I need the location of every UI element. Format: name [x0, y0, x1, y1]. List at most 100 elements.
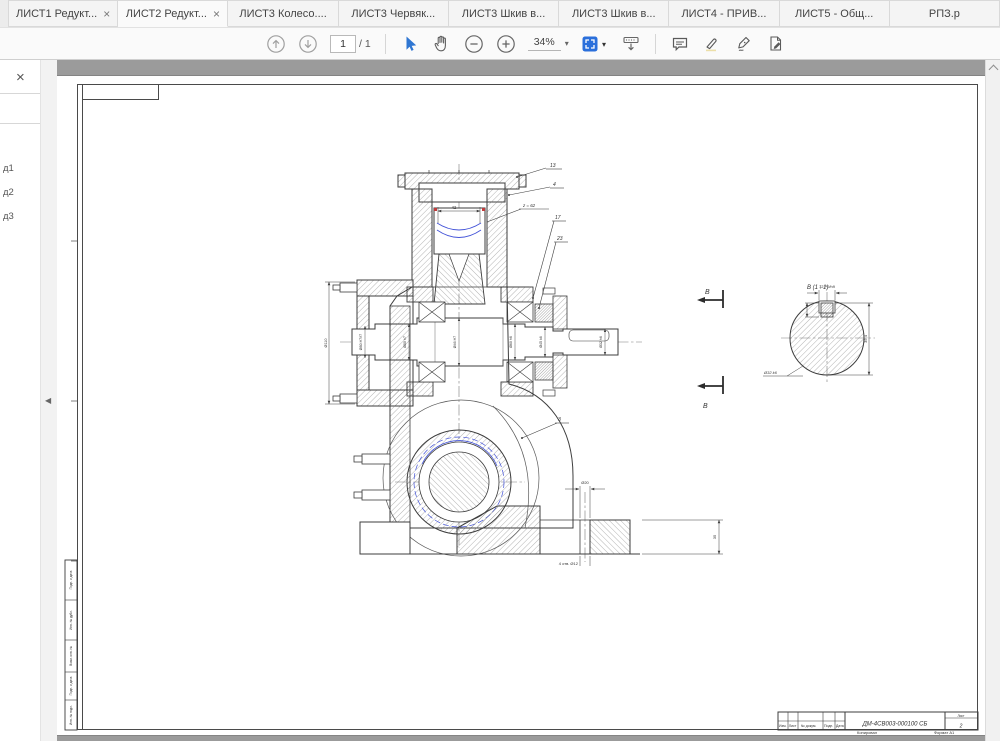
pdf-page: 42: [57, 76, 985, 735]
callout-13: 13: [550, 163, 556, 169]
page-count-label: / 1: [359, 38, 371, 50]
worm-wheel: [434, 208, 485, 304]
foot-dimensions: Ø20 4 отв. Ø12 35: [559, 480, 723, 566]
dim-label: Ø32 h6: [599, 336, 603, 348]
tab-list5-obsch[interactable]: ЛИСТ5 - Общ...: [780, 0, 890, 27]
tab-list3-shkiv-1[interactable]: ЛИСТ3 Шкив в...: [449, 0, 559, 27]
detail-key-dim: 12 P9/h9: [819, 284, 836, 289]
hand-tool-button[interactable]: [431, 33, 453, 55]
panel-item-1[interactable]: д1: [3, 163, 14, 174]
fit-page-icon: ▾: [580, 34, 610, 54]
layers-side-panel: × д1 д2 д3: [0, 60, 40, 741]
tab-list3-chervyak[interactable]: ЛИСТ3 Червяк...: [339, 0, 449, 27]
tb-doc-number: ДМ-4СВ003-000100 СБ: [862, 722, 928, 728]
title-block: Изм. Лист № докум. Подп. Дата ДМ-4СВ003-…: [778, 712, 978, 735]
tab-label: ЛИСТ2 Редукт...: [126, 8, 207, 20]
dim-label: Ø80 h7: [403, 336, 407, 348]
arrow-down-circle-icon: [298, 34, 318, 54]
tb-col-data: Дата: [836, 724, 844, 728]
callout-23: 23: [556, 236, 563, 242]
tab-list2-active[interactable]: ЛИСТ2 Редукт... ×: [118, 0, 228, 27]
zoom-level-dropdown[interactable]: 34% ▾: [528, 36, 569, 51]
next-page-button[interactable]: [297, 33, 319, 55]
document-tabbar: ЛИСТ1 Редукт... × ЛИСТ2 Редукт... × ЛИСТ…: [0, 0, 1000, 27]
section-letter-top: В: [705, 289, 710, 296]
tab-list4-privod[interactable]: ЛИСТ4 - ПРИВ...: [669, 0, 779, 27]
cursor-arrow-icon: [400, 34, 420, 54]
hand-icon: [432, 34, 452, 54]
tab-label: ЛИСТ1 Редукт...: [16, 8, 97, 20]
tab-label: ЛИСТ4 - ПРИВ...: [681, 8, 766, 20]
stamp-cell-1: Подп. и дата: [69, 570, 73, 589]
document-viewport: 42: [57, 60, 1000, 741]
panel-item-3[interactable]: д3: [3, 211, 14, 222]
toolbar-divider: [385, 34, 386, 54]
panel-divider: [0, 123, 40, 124]
callout-17: 17: [555, 215, 561, 221]
dim-foot-height: 35: [712, 534, 717, 539]
tab-label: ЛИСТ3 Колесо....: [239, 8, 326, 20]
tb-sheet-label: Лист: [958, 714, 965, 718]
tab-label: ЛИСТ5 - Общ...: [795, 8, 873, 20]
tab-close-icon[interactable]: ×: [213, 9, 220, 19]
dim-label: Ø46 H7: [453, 336, 457, 348]
tab-list3-shkiv-2[interactable]: ЛИСТ3 Шкив в...: [559, 0, 669, 27]
detail-view: В (1 : 1): [763, 284, 873, 376]
callout-3: 3: [558, 417, 561, 423]
tb-col-docnum: № докум.: [801, 724, 816, 728]
dim-label: Ø110: [324, 338, 328, 347]
vertical-scrollbar[interactable]: [985, 60, 1000, 741]
fit-page-button[interactable]: ▾: [580, 33, 610, 55]
tb-col-list: Лист: [789, 724, 797, 728]
zoom-in-button[interactable]: [495, 33, 517, 55]
plus-circle-icon: [496, 34, 516, 54]
toolbar-collapse-icon: [621, 34, 641, 54]
tab-label: ЛИСТ3 Шкив в...: [462, 8, 546, 20]
tab-close-icon[interactable]: ×: [103, 9, 110, 19]
panel-item-2[interactable]: д2: [3, 187, 14, 198]
tab-list3-koleso[interactable]: ЛИСТ3 Колесо....: [228, 0, 338, 27]
toolbar-mode-button[interactable]: [620, 33, 642, 55]
document-pencil-icon: [766, 34, 786, 54]
callout-4: 4: [553, 182, 556, 188]
dim-label: Ø60 h6: [509, 336, 513, 348]
close-panel-icon[interactable]: ×: [16, 69, 25, 86]
select-tool-button[interactable]: [399, 33, 421, 55]
arrow-up-circle-icon: [266, 34, 286, 54]
highlighter-icon: [702, 34, 722, 54]
send-for-signature-button[interactable]: [765, 33, 787, 55]
left-dimension: Ø110: [324, 282, 355, 404]
tb-col-izm: Изм.: [779, 724, 787, 728]
comment-tool-button[interactable]: [669, 33, 691, 55]
chevron-down-icon: ▾: [602, 40, 606, 49]
previous-page-button[interactable]: [265, 33, 287, 55]
main-area: × д1 д2 д3 ◀: [0, 60, 1000, 741]
section-marks: В В: [697, 289, 723, 410]
tb-format: Формат А1: [934, 730, 955, 735]
toolbar-divider: [655, 34, 656, 54]
zoom-out-button[interactable]: [463, 33, 485, 55]
panel-collapse-gutter[interactable]: ◀: [40, 60, 57, 741]
main-toolbar: / 1 34% ▾: [0, 27, 1000, 60]
teeth-note: z = 62: [522, 203, 536, 208]
tab-rpz[interactable]: РПЗ.р: [890, 0, 1000, 27]
dim-label: Ø45 k6: [539, 336, 543, 348]
detail-shaft-dim: Ø32 k6: [763, 370, 778, 375]
stamp-cell-4: Подп. и дата: [69, 676, 73, 695]
zoom-level-value: 34%: [528, 36, 561, 51]
dim-42: 42: [452, 205, 457, 210]
acrobat-window: ЛИСТ1 Редукт... × ЛИСТ2 Редукт... × ЛИСТ…: [0, 0, 1000, 741]
dim-holes-note: 4 отв. Ø12: [559, 561, 579, 566]
fill-sign-button[interactable]: [733, 33, 755, 55]
minus-circle-icon: [464, 34, 484, 54]
highlight-tool-button[interactable]: [701, 33, 723, 55]
collapse-panel-icon[interactable]: ◀: [45, 396, 51, 405]
page-number-input[interactable]: [330, 35, 356, 53]
tab-label: ЛИСТ3 Червяк...: [351, 8, 435, 20]
dim-hole: Ø20: [581, 480, 589, 485]
tab-label: РПЗ.р: [929, 8, 960, 20]
tab-list1[interactable]: ЛИСТ1 Редукт... ×: [8, 0, 118, 27]
detail-height-dim: 35,4: [863, 334, 868, 343]
fountain-pen-icon: [734, 34, 754, 54]
scroll-up-icon[interactable]: [988, 65, 998, 75]
